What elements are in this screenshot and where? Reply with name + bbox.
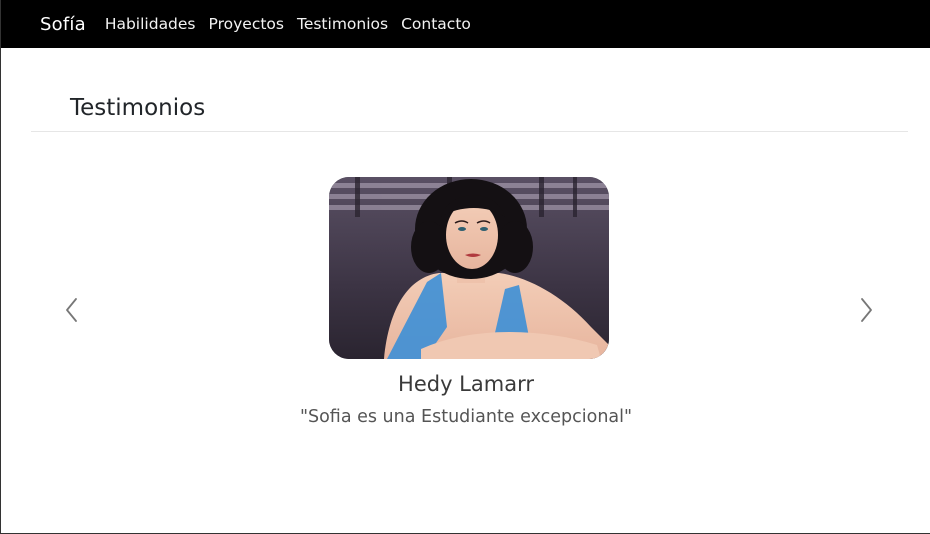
testimonial-carousel: Hedy Lamarr "Sofia es una Estudiante exc… bbox=[1, 150, 930, 470]
portrait-image bbox=[329, 177, 609, 359]
nav-links: Habilidades Proyectos Testimonios Contac… bbox=[105, 15, 484, 33]
section-divider bbox=[31, 131, 908, 132]
testimonial-quote: "Sofia es una Estudiante excepcional" bbox=[299, 407, 633, 427]
brand-link[interactable]: Sofía bbox=[40, 14, 86, 35]
carousel-prev-button[interactable] bbox=[60, 295, 84, 325]
carousel-next-button[interactable] bbox=[854, 295, 878, 325]
nav-link-proyectos[interactable]: Proyectos bbox=[209, 15, 284, 33]
chevron-left-icon bbox=[66, 298, 77, 322]
testimonial-photo bbox=[329, 177, 609, 359]
chevron-right-icon bbox=[861, 298, 872, 322]
testimonial-name: Hedy Lamarr bbox=[398, 372, 534, 396]
nav-link-contacto[interactable]: Contacto bbox=[401, 15, 471, 33]
nav-link-habilidades[interactable]: Habilidades bbox=[105, 15, 196, 33]
page: Sofía Habilidades Proyectos Testimonios … bbox=[0, 0, 930, 534]
section-title: Testimonios bbox=[70, 95, 206, 121]
nav-link-testimonios[interactable]: Testimonios bbox=[297, 15, 388, 33]
navbar: Sofía Habilidades Proyectos Testimonios … bbox=[1, 0, 930, 48]
